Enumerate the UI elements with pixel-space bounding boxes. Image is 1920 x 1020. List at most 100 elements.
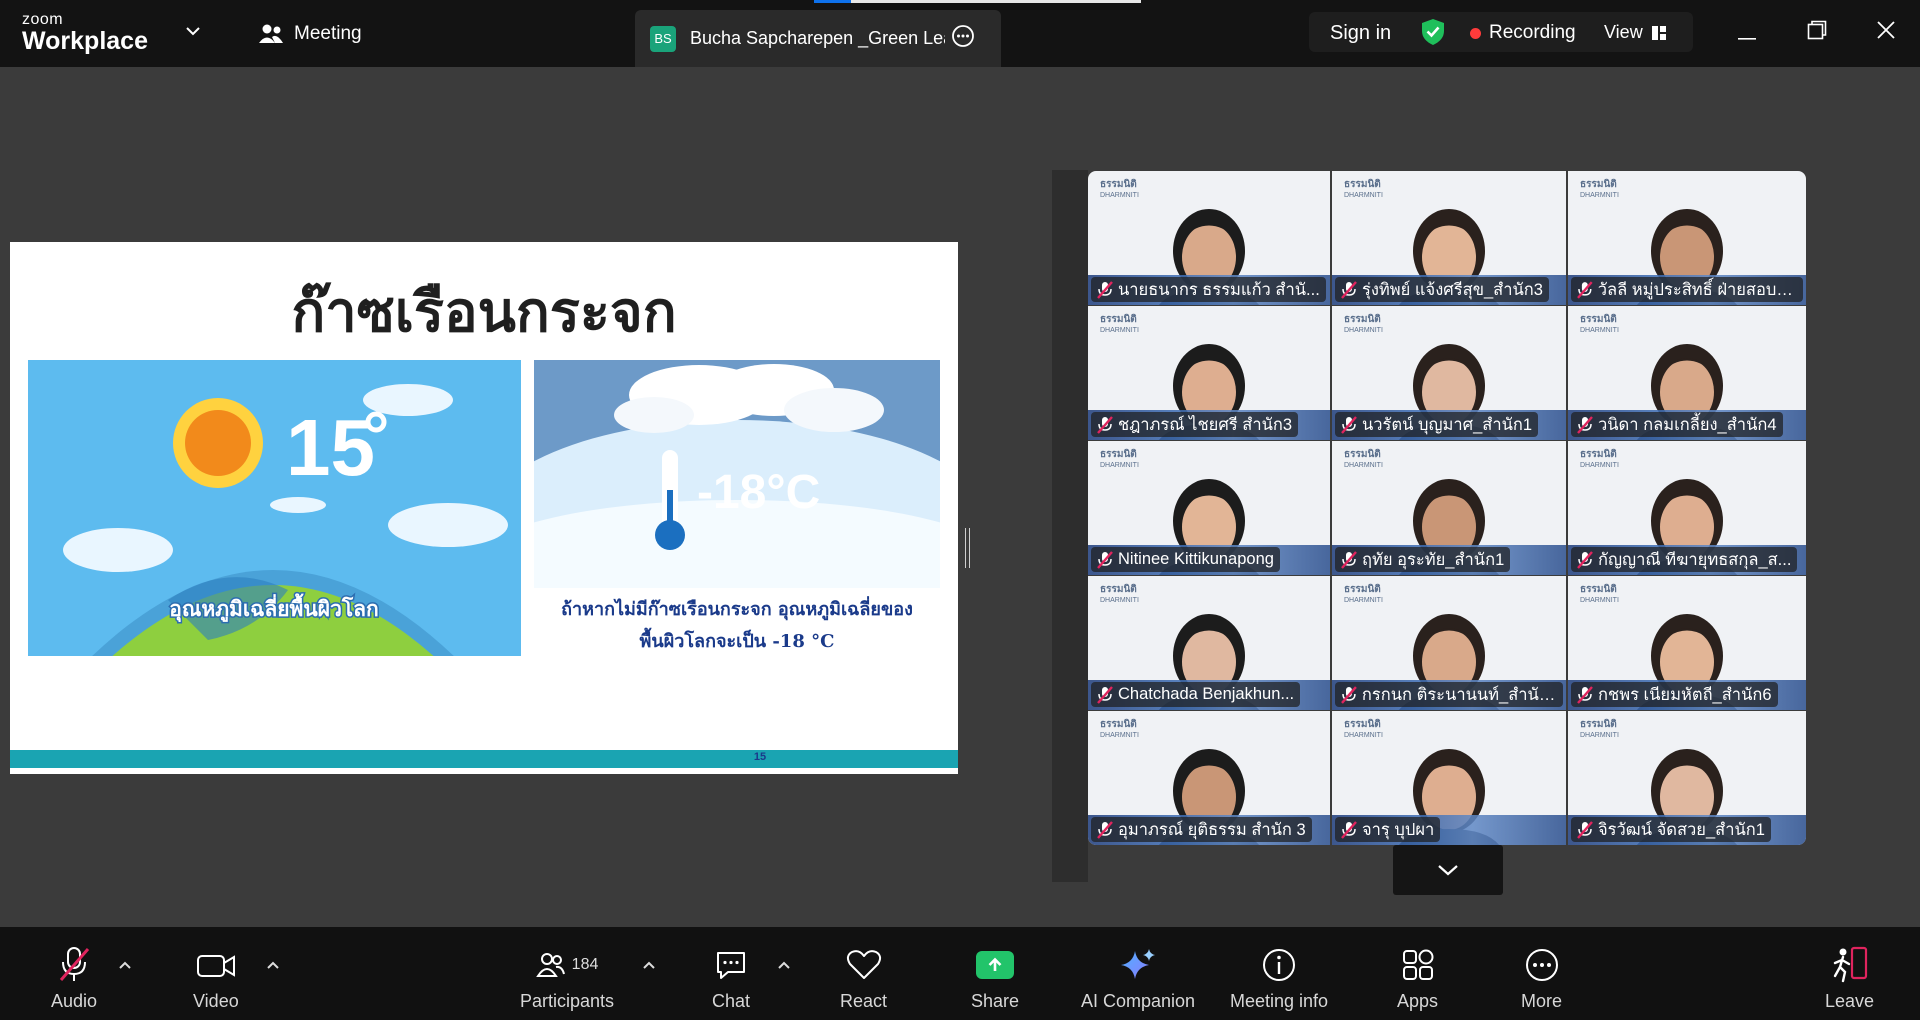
chevron-down-icon[interactable] <box>183 24 203 43</box>
microphone-muted-icon <box>1341 415 1357 434</box>
participant-tile[interactable]: ธรรมนิติ DHARMNITI วนิดา กลมเกลี้ยง_สำนัก4 <box>1568 306 1806 440</box>
participant-name: Nitinee Kittikunapong <box>1118 550 1274 568</box>
participants-icon <box>535 953 565 977</box>
shield-check-icon[interactable] <box>1421 18 1445 51</box>
participant-tile[interactable]: ธรรมนิติ DHARMNITI ฤทัย อุระทัย_สำนัก1 <box>1332 441 1566 575</box>
name-tag: กัญญาณี ทีฆายุทธสกุล_ส... <box>1571 547 1798 572</box>
name-tag: วนิดา กลมเกลี้ยง_สำนัก4 <box>1571 412 1783 437</box>
participant-tile[interactable]: ธรรมนิติ DHARMNITI กัญญาณี ทีฆายุทธสกุล_ส.… <box>1568 441 1806 575</box>
participants-button[interactable]: 184 Participants <box>520 946 614 1012</box>
meeting-tab[interactable]: BS Bucha Sapcharepen _Green Leaves <box>635 10 1001 67</box>
people-icon <box>259 24 283 43</box>
meeting-info-button[interactable]: Meeting info <box>1230 946 1328 1012</box>
watermark-logo: ธรรมนิติ DHARMNITI <box>1100 584 1139 605</box>
sign-in-button[interactable]: Sign in <box>1330 22 1391 45</box>
more-icon <box>1524 946 1560 984</box>
microphone-muted-icon <box>1341 550 1357 569</box>
react-label: React <box>840 991 888 1011</box>
participants-options-caret-icon[interactable] <box>642 957 656 975</box>
caption-line-1: ถ้าหากไม่มีก๊าซเรือนกระจก อุณหภูมิเฉลี่ย… <box>561 599 913 620</box>
participant-tile[interactable]: ธรรมนิติ DHARMNITI วัลลี หมู่ประสิทธิ์ ฝ่า… <box>1568 171 1806 305</box>
progress-indicator <box>814 0 1141 3</box>
leave-label: Leave <box>1825 991 1875 1011</box>
participant-tile[interactable]: ธรรมนิติ DHARMNITI นวรัตน์ บุญมาศ_สำนัก1 <box>1332 306 1566 440</box>
tab-title: Bucha Sapcharepen _Green Leaves <box>690 28 945 48</box>
name-tag: จารุ บุปผา <box>1335 817 1441 842</box>
share-label: Share <box>971 991 1020 1011</box>
view-button[interactable]: View <box>1604 22 1667 43</box>
participant-tile[interactable]: ธรรมนิติ DHARMNITI Chatchada Benjakhun... <box>1088 576 1330 710</box>
participant-tile[interactable]: ธรรมนิติ DHARMNITI จารุ บุปผา <box>1332 711 1566 845</box>
participant-name: วัลลี หมู่ประสิทธิ์ ฝ่ายสอบบั... <box>1597 280 1797 299</box>
minimize-icon[interactable] <box>1738 28 1756 46</box>
name-tag: นายธนากร ธรรมแก้ว สำนั... <box>1091 277 1326 302</box>
watermark-logo: ธรรมนิติ DHARMNITI <box>1580 449 1619 470</box>
chat-button[interactable]: Chat <box>712 946 750 1012</box>
watermark-logo: ธรรมนิติ DHARMNITI <box>1100 449 1139 470</box>
info-icon <box>1261 946 1297 984</box>
audio-button[interactable]: Audio <box>51 946 97 1012</box>
close-icon[interactable] <box>1876 20 1896 45</box>
watermark-logo: ธรรมนิติ DHARMNITI <box>1344 449 1383 470</box>
participant-tile[interactable]: ธรรมนิติ DHARMNITI ชฎาภรณ์ ไชยศรี สำนัก3 <box>1088 306 1330 440</box>
microphone-muted-icon <box>1577 415 1593 434</box>
caption-line-2: พื้นผิวโลกจะเป็น -18 °C <box>639 631 835 652</box>
participant-tile[interactable]: ธรรมนิติ DHARMNITI กรกนก ติระนานนท์_สำนัก2 <box>1332 576 1566 710</box>
leave-icon <box>1830 946 1870 984</box>
recording-indicator[interactable]: Recording <box>1470 22 1576 44</box>
participant-tile[interactable]: ธรรมนิติ DHARMNITI จิรวัฒน์ จัดสวย_สำนัก1 <box>1568 711 1806 845</box>
apps-button[interactable]: Apps <box>1397 946 1438 1012</box>
chat-options-caret-icon[interactable] <box>777 957 791 975</box>
participant-name: ฤทัย อุระทัย_สำนัก1 <box>1362 550 1505 569</box>
restore-icon[interactable] <box>1807 20 1827 45</box>
apps-icon <box>1400 946 1436 984</box>
shared-slide: ก๊าซเรือนกระจก 15 อุณหภูมิเฉลี่ยพื้นผิวโ… <box>10 242 958 774</box>
more-button[interactable]: More <box>1521 946 1562 1012</box>
microphone-muted-icon <box>57 946 91 984</box>
more-options-icon[interactable] <box>951 24 975 53</box>
name-tag: รุ่งทิพย์ แจ้งศรีสุข_สำนัก3 <box>1335 277 1549 302</box>
video-options-caret-icon[interactable] <box>266 957 280 975</box>
participant-tile[interactable]: ธรรมนิติ DHARMNITI Nitinee Kittikunapong <box>1088 441 1330 575</box>
split-resize-handle[interactable] <box>965 528 970 568</box>
earth-sun-illustration: 15 อุณหภูมิเฉลี่ยพื้นผิวโลก <box>28 360 521 656</box>
share-button[interactable]: Share <box>971 946 1019 1012</box>
leave-button[interactable]: Leave <box>1825 946 1874 1012</box>
name-tag: ฤทัย อุระทัย_สำนัก1 <box>1335 547 1511 572</box>
ai-companion-button[interactable]: AI Companion <box>1081 946 1195 1012</box>
participant-gallery: ธรรมนิติ DHARMNITI นายธนากร ธรรมแก้ว สำนั.… <box>1088 171 1806 845</box>
watermark-logo: ธรรมนิติ DHARMNITI <box>1580 314 1619 335</box>
audio-label: Audio <box>51 991 98 1011</box>
participant-tile[interactable]: ธรรมนิติ DHARMNITI รุ่งทิพย์ แจ้งศรีสุข_สำ… <box>1332 171 1566 305</box>
participant-name: จารุ บุปผา <box>1362 820 1435 839</box>
slide-title: ก๊าซเรือนกระจก <box>291 280 677 343</box>
audio-options-caret-icon[interactable] <box>118 957 132 975</box>
microphone-muted-icon <box>1097 685 1113 704</box>
tab-avatar: BS <box>650 25 676 52</box>
video-label: Video <box>193 991 239 1011</box>
meeting-menu[interactable]: Meeting <box>258 23 362 45</box>
thermometer-illustration: -18°C <box>534 360 940 588</box>
name-tag: Nitinee Kittikunapong <box>1091 547 1280 572</box>
react-button[interactable]: React <box>840 946 887 1012</box>
app-logo: zoom Workplace <box>22 12 148 54</box>
gallery-scroll-down-button[interactable] <box>1393 845 1503 895</box>
share-screen-icon <box>976 946 1015 984</box>
participant-tile[interactable]: ธรรมนิติ DHARMNITI กชพร เนียมหัตถี_สำนัก6 <box>1568 576 1806 710</box>
participant-tile[interactable]: ธรรมนิติ DHARMNITI อุมาภรณ์ ยุติธรรม สำนัก… <box>1088 711 1330 845</box>
heart-icon <box>846 946 882 984</box>
participant-tile[interactable]: ธรรมนิติ DHARMNITI นายธนากร ธรรมแก้ว สำนั.… <box>1088 171 1330 305</box>
watermark-logo: ธรรมนิติ DHARMNITI <box>1100 179 1139 200</box>
participant-name: ชฎาภรณ์ ไชยศรี สำนัก3 <box>1118 415 1293 434</box>
sparkle-icon <box>1119 946 1157 984</box>
watermark-logo: ธรรมนิติ DHARMNITI <box>1580 584 1619 605</box>
video-button[interactable]: Video <box>193 946 239 1012</box>
participant-name: กัญญาณี ทีฆายุทธสกุล_ส... <box>1598 550 1792 569</box>
watermark-logo: ธรรมนิติ DHARMNITI <box>1344 719 1383 740</box>
microphone-muted-icon <box>1341 280 1357 299</box>
right-temperature: -18°C <box>697 466 820 519</box>
watermark-logo: ธรรมนิติ DHARMNITI <box>1580 719 1619 740</box>
name-tag: กรกนก ติระนานนท์_สำนัก2 <box>1335 682 1563 707</box>
microphone-muted-icon <box>1577 550 1593 569</box>
brand-small: zoom <box>22 11 64 28</box>
